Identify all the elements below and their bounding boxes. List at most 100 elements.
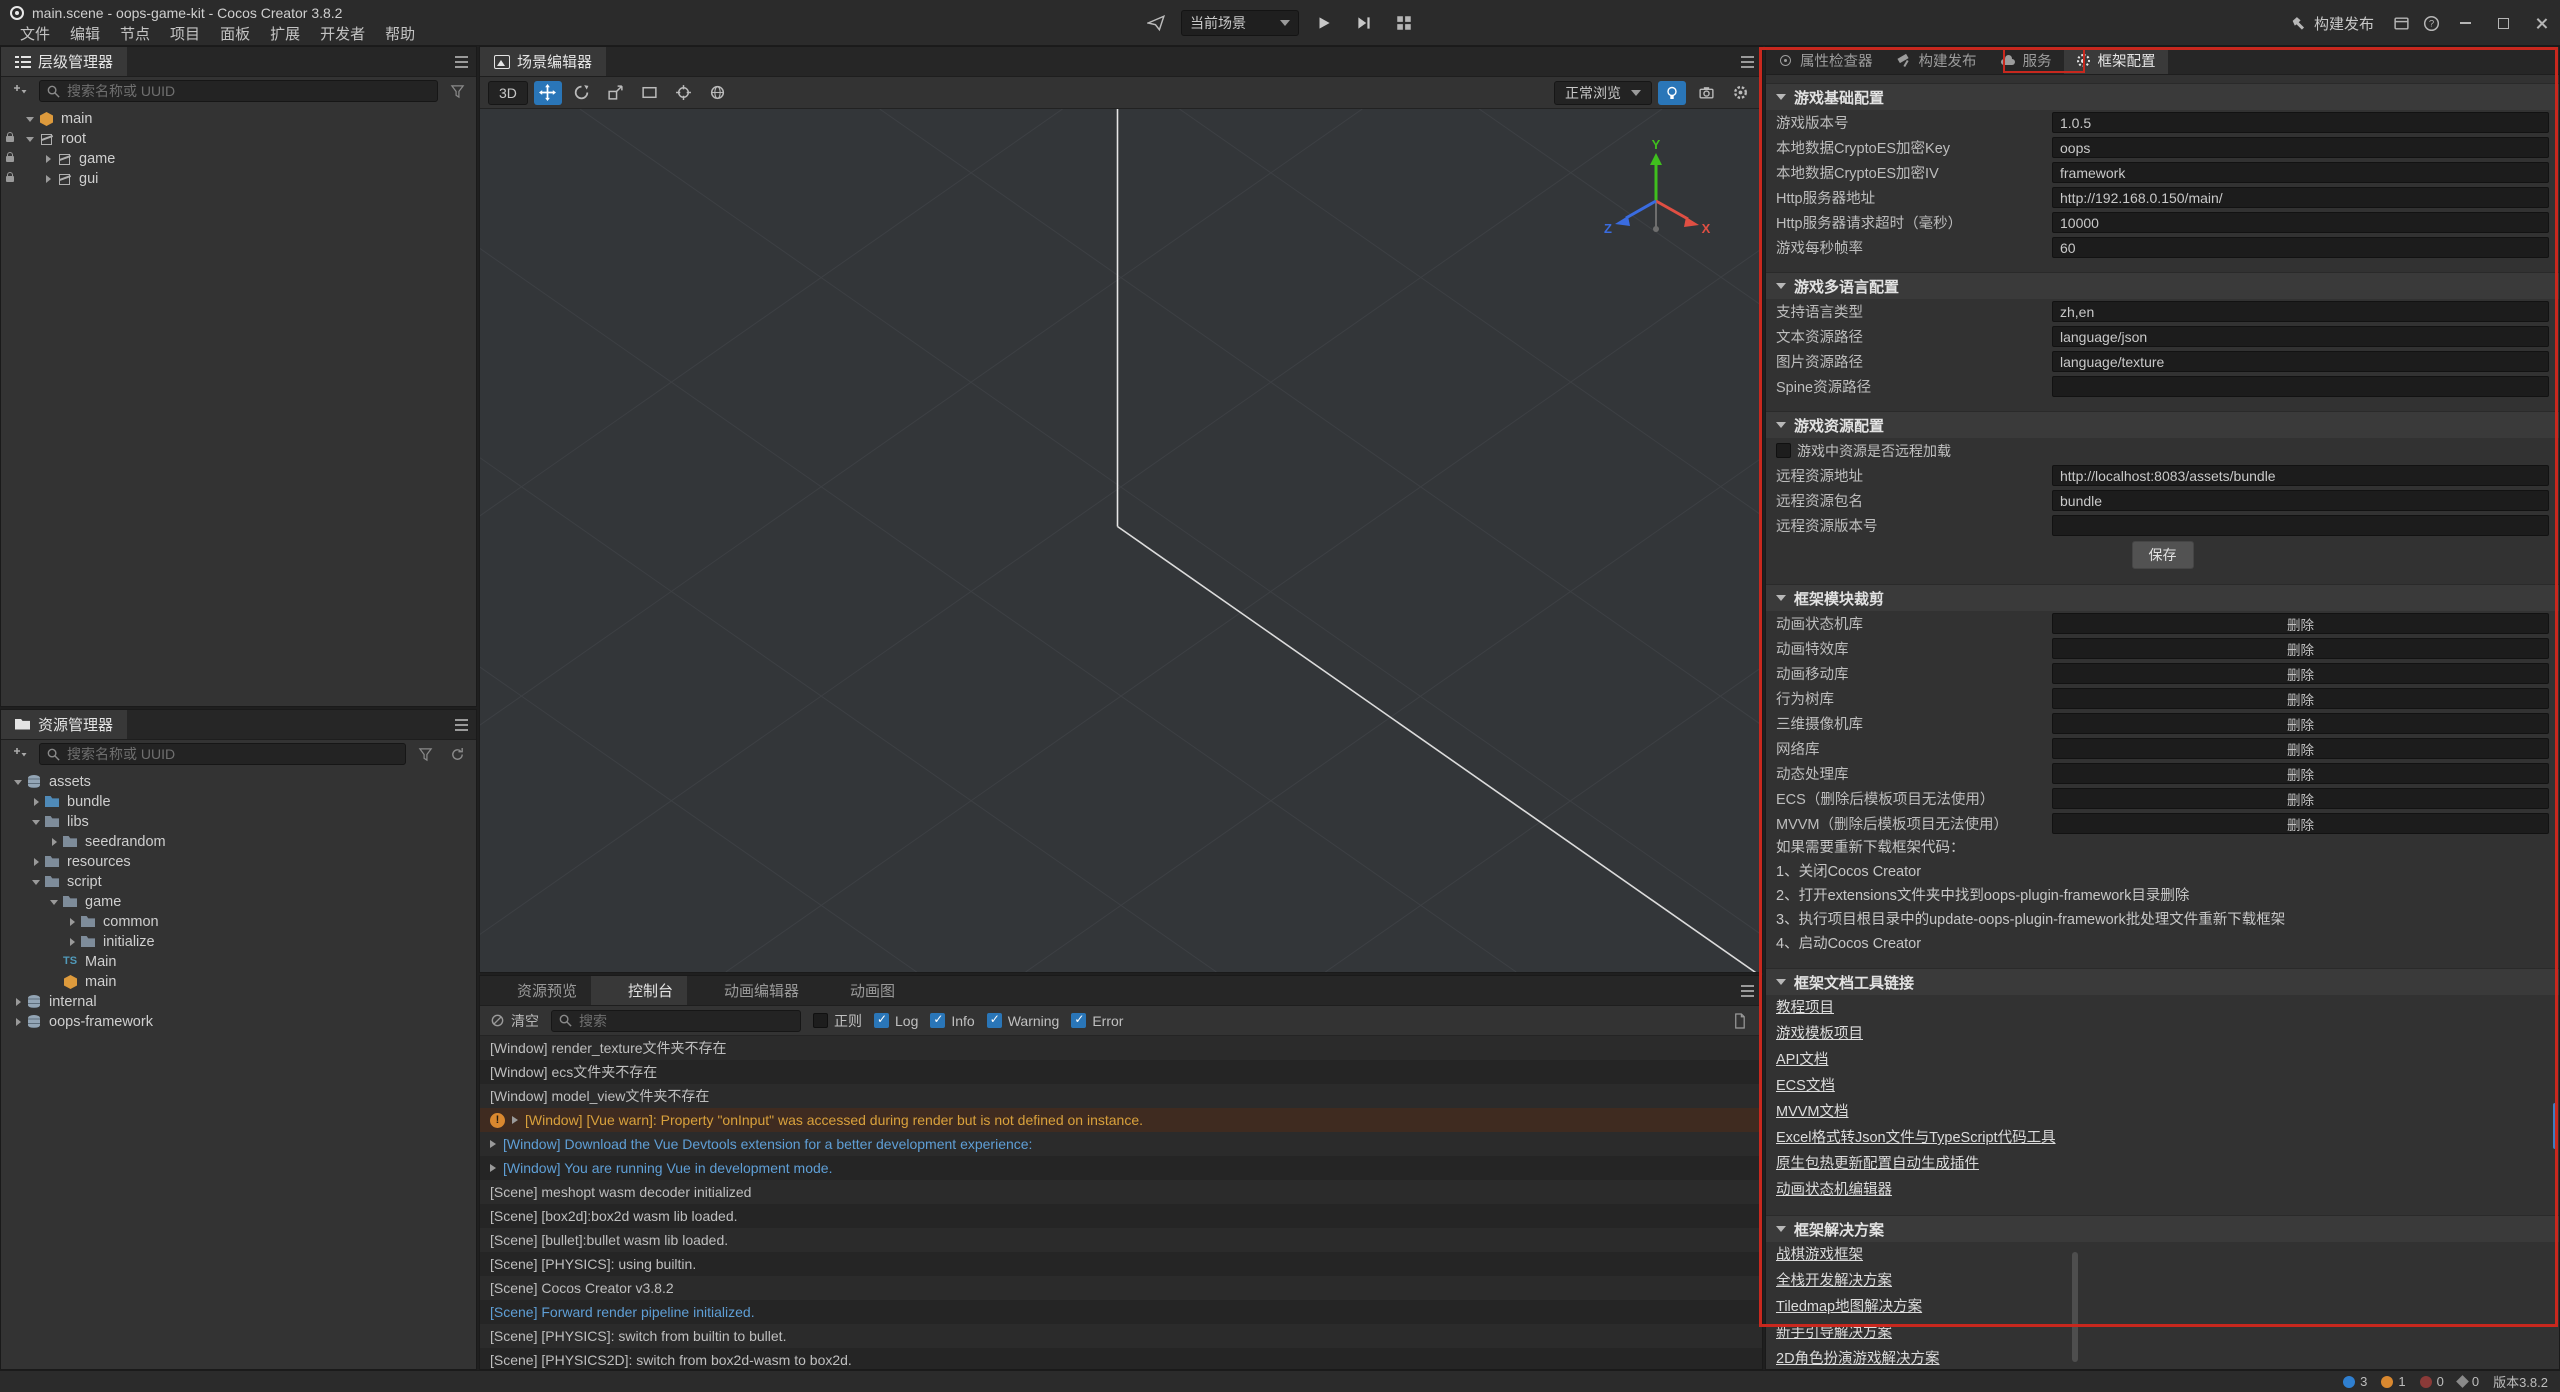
view-mode-select[interactable]: 正常浏览 <box>1554 81 1652 105</box>
pivot-toggle-button[interactable] <box>670 81 698 105</box>
preview-icon[interactable] <box>1141 10 1171 36</box>
checkbox-checked[interactable] <box>987 1013 1002 1028</box>
log-filter-checkbox[interactable]: Error <box>1071 1013 1123 1029</box>
delete-module-button[interactable]: 删除 <box>2052 613 2549 634</box>
expand-arrow-icon[interactable] <box>490 1140 496 1148</box>
menu-item[interactable]: 编辑 <box>60 23 110 44</box>
expand-chevron-icon[interactable] <box>23 112 38 127</box>
expand-chevron-icon[interactable] <box>11 775 26 790</box>
console-panel-tab[interactable]: 控制台 <box>591 976 687 1005</box>
inspector-scrollbar[interactable] <box>2552 47 2559 1369</box>
solution-link[interactable]: 全栈开发解决方案 <box>1766 1268 2559 1294</box>
log-row[interactable]: [Scene] [PHYSICS]: switch from builtin t… <box>480 1324 1762 1348</box>
doc-link[interactable]: API文档 <box>1766 1047 2559 1073</box>
filter-icon[interactable] <box>444 80 470 102</box>
log-row[interactable]: [Scene] [bullet]:bullet wasm lib loaded. <box>480 1228 1762 1252</box>
expand-chevron-icon[interactable] <box>47 975 62 990</box>
expand-chevron-icon[interactable] <box>29 875 44 890</box>
move-tool-button[interactable] <box>534 81 562 105</box>
asset-node-row[interactable]: libs <box>7 812 476 832</box>
minimize-button[interactable] <box>2446 0 2484 46</box>
expand-chevron-icon[interactable] <box>41 172 56 187</box>
field-input[interactable] <box>2052 112 2549 133</box>
asset-node-row[interactable]: seedrandom <box>7 832 476 852</box>
section-game-basic-config[interactable]: 游戏基础配置 <box>1766 83 2559 110</box>
create-node-button[interactable] <box>7 80 33 102</box>
section-game-resource-config[interactable]: 游戏资源配置 <box>1766 411 2559 438</box>
panel-menu-icon[interactable] <box>1732 976 1762 1005</box>
log-row[interactable]: [Window] ecs文件夹不存在 <box>480 1060 1762 1084</box>
panel-menu-icon[interactable] <box>446 710 476 739</box>
solution-link[interactable]: Tiledmap地图解决方案 <box>1766 1294 2559 1320</box>
hierarchy-node-row[interactable]: root <box>1 129 476 149</box>
field-input[interactable] <box>2052 162 2549 183</box>
console-panel-tab[interactable]: 动画图 <box>813 976 909 1005</box>
solution-link[interactable]: 2D角色扮演游戏解决方案 <box>1766 1346 2559 1369</box>
log-row[interactable]: [Scene] [PHYSICS]: using builtin. <box>480 1252 1762 1276</box>
delete-module-button[interactable]: 删除 <box>2052 813 2549 834</box>
axis-gizmo[interactable]: Y X Z <box>1596 139 1716 259</box>
tab-scene-editor[interactable]: 场景编辑器 <box>480 47 606 76</box>
layout-grid-icon[interactable] <box>1389 10 1419 36</box>
field-input[interactable] <box>2052 351 2549 372</box>
hierarchy-node-row[interactable]: game <box>1 149 476 169</box>
build-publish-button[interactable]: 构建发布 <box>2278 8 2386 38</box>
expand-chevron-icon[interactable] <box>29 815 44 830</box>
doc-link[interactable]: 原生包热更新配置自动生成插件 <box>1766 1151 2559 1177</box>
log-row[interactable]: [Scene] meshopt wasm decoder initialized <box>480 1180 1762 1204</box>
save-button[interactable]: 保存 <box>2132 541 2194 569</box>
log-row[interactable]: [Window] Download the Vue Devtools exten… <box>480 1132 1762 1156</box>
asset-node-row[interactable]: common <box>7 912 476 932</box>
log-row[interactable]: [Scene] [box2d]:box2d wasm lib loaded. <box>480 1204 1762 1228</box>
play-button[interactable] <box>1309 10 1339 36</box>
field-input[interactable] <box>2052 237 2549 258</box>
console-scrollbar[interactable] <box>2071 1033 2079 1368</box>
section-solutions[interactable]: 框架解决方案 <box>1766 1215 2559 1242</box>
checkbox-unchecked[interactable] <box>813 1013 828 1028</box>
remote-load-checkbox[interactable]: 游戏中资源是否远程加载 <box>1776 441 1951 461</box>
checkbox-unchecked[interactable] <box>1776 443 1791 458</box>
expand-chevron-icon[interactable] <box>11 995 26 1010</box>
delete-module-button[interactable]: 删除 <box>2052 788 2549 809</box>
expand-chevron-icon[interactable] <box>65 915 80 930</box>
field-input[interactable] <box>2052 465 2549 486</box>
asset-node-row[interactable]: initialize <box>7 932 476 952</box>
scene-camera-button[interactable] <box>1692 81 1720 105</box>
menu-item[interactable]: 帮助 <box>375 23 425 44</box>
doc-link[interactable]: 教程项目 <box>1766 995 2559 1021</box>
menu-item[interactable]: 项目 <box>160 23 210 44</box>
doc-link[interactable]: MVVM文档 <box>1766 1099 2559 1125</box>
asset-node-row[interactable]: oops-framework <box>7 1012 476 1032</box>
menu-item[interactable]: 节点 <box>110 23 160 44</box>
field-input[interactable] <box>2052 515 2549 536</box>
inspector-tab[interactable]: 构建发布 <box>1885 47 1989 74</box>
field-input[interactable] <box>2052 187 2549 208</box>
create-asset-button[interactable] <box>7 743 33 765</box>
lock-icon[interactable] <box>1 136 19 142</box>
expand-chevron-icon[interactable] <box>47 835 62 850</box>
delete-module-button[interactable]: 删除 <box>2052 738 2549 759</box>
rect-tool-button[interactable] <box>636 81 664 105</box>
lock-icon[interactable] <box>1 176 19 182</box>
field-input[interactable] <box>2052 212 2549 233</box>
asset-node-row[interactable]: internal <box>7 992 476 1012</box>
scene-select[interactable]: 当前场景 <box>1181 10 1299 36</box>
expand-arrow-icon[interactable] <box>512 1116 518 1124</box>
menu-item[interactable]: 扩展 <box>260 23 310 44</box>
step-button[interactable] <box>1349 10 1379 36</box>
log-row[interactable]: [Window] You are running Vue in developm… <box>480 1156 1762 1180</box>
expand-chevron-icon[interactable] <box>41 152 56 167</box>
coordinate-toggle-button[interactable] <box>704 81 732 105</box>
log-filter-checkbox[interactable]: Info <box>930 1013 974 1029</box>
checkbox-checked[interactable] <box>1071 1013 1086 1028</box>
doc-link[interactable]: 动画状态机编辑器 <box>1766 1177 2559 1203</box>
asset-node-row[interactable]: Main <box>7 952 476 972</box>
console-search-input[interactable] <box>579 1013 794 1029</box>
rotate-tool-button[interactable] <box>568 81 596 105</box>
section-framework-modules[interactable]: 框架模块裁剪 <box>1766 584 2559 611</box>
checkbox-checked[interactable] <box>930 1013 945 1028</box>
delete-module-button[interactable]: 删除 <box>2052 688 2549 709</box>
asset-node-row[interactable]: game <box>7 892 476 912</box>
menu-item[interactable]: 开发者 <box>310 23 375 44</box>
tab-hierarchy[interactable]: 层级管理器 <box>1 47 127 76</box>
